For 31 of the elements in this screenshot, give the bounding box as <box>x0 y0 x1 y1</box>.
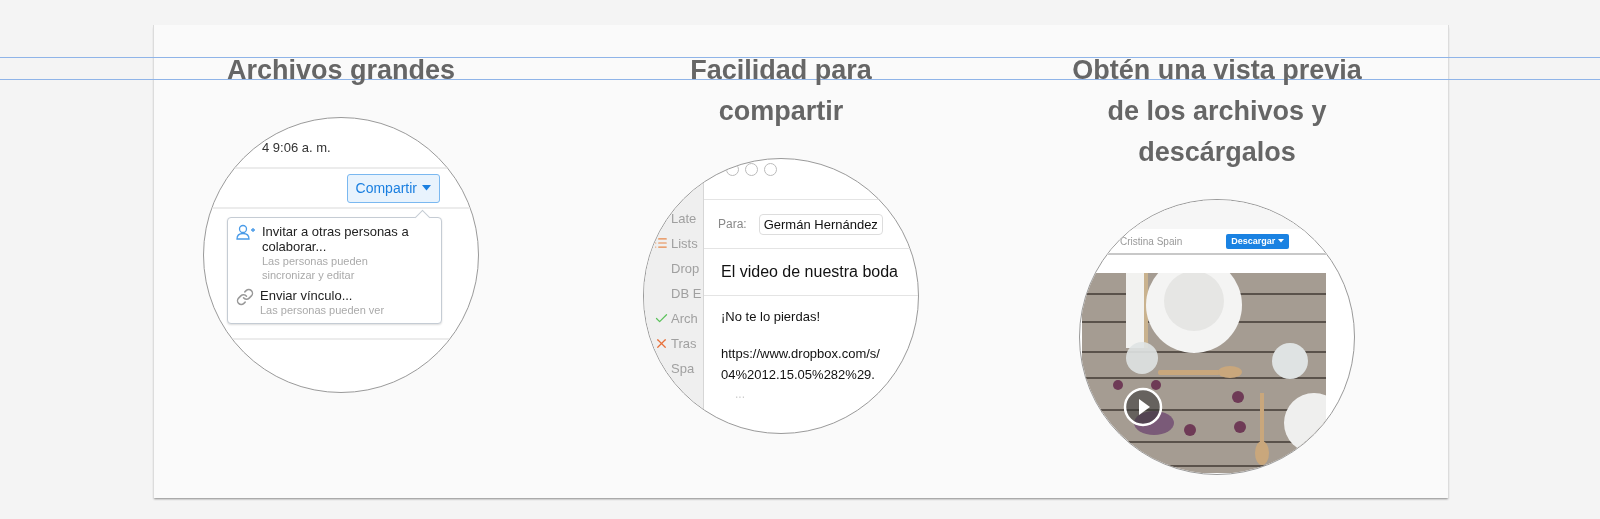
feature-title: Obtén una vista previa de los archivos y descárgalos <box>1071 54 1363 169</box>
menu-item-hint: Las personas pueden ver <box>260 303 386 317</box>
play-icon[interactable] <box>1123 387 1163 427</box>
subject-line: El video de nuestra boda <box>704 249 918 296</box>
share-button[interactable]: Compartir <box>346 173 440 203</box>
timestamp: 4 9:06 a. m. <box>262 140 331 155</box>
ellipsis: ... <box>735 387 746 401</box>
list-icon <box>654 236 668 250</box>
add-person-icon <box>236 224 256 240</box>
caret-icon <box>1278 239 1285 243</box>
link-icon <box>236 288 254 306</box>
body-text: https://www.dropbox.com/s/ <box>721 345 881 363</box>
menu-item[interactable]: Invitar a otras personas a colaborar... <box>262 224 422 254</box>
feature-title: Archivos grandes <box>226 54 456 87</box>
sidebar-item[interactable]: Spa <box>671 360 695 376</box>
sidebar-item[interactable]: Arch <box>671 310 698 326</box>
sidebar-item[interactable]: Late <box>671 210 697 226</box>
sidebar-item[interactable]: Tras <box>671 335 697 351</box>
sidebar-item[interactable]: DB E <box>671 285 702 301</box>
download-button[interactable]: Descargar <box>1226 233 1290 249</box>
sidebar-item[interactable]: Drop <box>671 260 700 276</box>
sidebar-item[interactable]: Lists <box>671 235 698 251</box>
recipient-field[interactable]: Germán Hernández <box>758 213 883 235</box>
menu-item-hint: Las personas pueden sincronizar y editar <box>262 254 369 282</box>
to-label: Para: <box>718 217 747 231</box>
feature-title: Facilidad para compartir <box>689 54 873 128</box>
menu-item[interactable]: Enviar vínculo... <box>260 288 420 303</box>
owner-name: Cristina Spain <box>1120 235 1183 247</box>
body-text: 04%2012.15.05%282%29. <box>721 366 876 384</box>
body-text: ¡No te lo pierdas! <box>721 308 821 326</box>
caret-icon <box>422 185 431 191</box>
